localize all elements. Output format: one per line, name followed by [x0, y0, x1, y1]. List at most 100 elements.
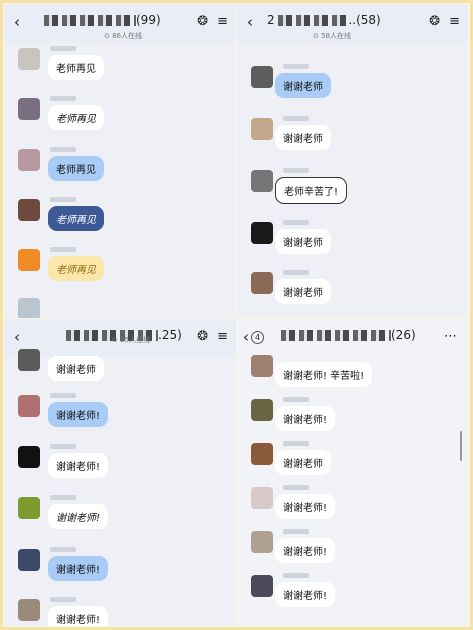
message-bubble[interactable]: 谢谢老师! — [48, 556, 109, 581]
message-row: 老师再见 — [4, 147, 236, 187]
avatar[interactable] — [18, 599, 40, 621]
sender-name — [283, 168, 309, 173]
message-bubble[interactable]: 谢谢老师 — [275, 279, 331, 304]
message-row: 谢谢老师! — [237, 397, 468, 437]
bell-icon[interactable]: ❂ — [197, 329, 208, 344]
avatar[interactable] — [18, 549, 40, 571]
sender-name — [50, 444, 76, 449]
message-bubble[interactable]: 老师再见 — [48, 256, 104, 281]
message-bubble[interactable]: 谢谢老师 — [275, 73, 331, 98]
message-bubble[interactable]: 谢谢老师! — [48, 504, 109, 529]
back-icon[interactable]: ‹ 4 — [243, 328, 264, 346]
message-row: 谢谢老师 — [237, 441, 468, 481]
back-icon[interactable]: ‹ — [14, 328, 20, 346]
bell-icon[interactable]: ❂ — [197, 14, 208, 29]
back-icon[interactable]: ‹ — [247, 13, 253, 31]
avatar[interactable] — [251, 222, 273, 244]
avatar[interactable] — [18, 395, 40, 417]
message-row: 谢谢老师! — [4, 444, 236, 484]
avatar[interactable] — [18, 48, 40, 70]
message-bubble[interactable]: 谢谢老师! — [48, 402, 109, 427]
message-bubble[interactable]: 谢谢老师 — [275, 229, 331, 254]
avatar[interactable] — [251, 66, 273, 88]
message-row: 谢谢老师! — [237, 529, 468, 569]
sender-name — [283, 64, 309, 69]
message-bubble[interactable]: 谢谢老师! — [275, 538, 336, 563]
more-icon[interactable]: ⋯ — [444, 329, 458, 344]
sender-name — [283, 116, 309, 121]
menu-icon[interactable]: ≡ — [449, 14, 460, 29]
avatar[interactable] — [18, 298, 40, 318]
online-count: ⊙ 25人在线 — [112, 336, 150, 344]
avatar[interactable] — [18, 149, 40, 171]
menu-icon[interactable]: ≡ — [217, 14, 228, 29]
message-bubble[interactable]: 谢谢老师 — [275, 125, 331, 150]
back-icon[interactable]: ‹ — [14, 13, 20, 31]
message-bubble[interactable]: 老师再见 — [48, 206, 104, 231]
scrollbar[interactable] — [460, 431, 462, 461]
avatar[interactable] — [251, 272, 273, 294]
sender-name — [283, 441, 309, 446]
message-bubble[interactable]: 老师再见 — [48, 55, 104, 80]
message-row: 谢谢老师 — [4, 347, 236, 387]
message-bubble[interactable]: 老师再见 — [48, 105, 104, 130]
online-count: ⊙ 58人在线 — [313, 32, 351, 40]
title-mosaic — [44, 15, 136, 26]
message-bubble[interactable]: 老师辛苦了! — [275, 177, 348, 204]
title-mosaic — [281, 330, 391, 341]
avatar[interactable] — [18, 497, 40, 519]
member-count: .25) — [158, 328, 182, 342]
member-count: (99) — [136, 13, 161, 27]
avatar[interactable] — [251, 170, 273, 192]
message-bubble[interactable]: 谢谢老师! — [275, 406, 336, 431]
message-bubble[interactable]: 谢谢老师 — [48, 356, 104, 381]
avatar[interactable] — [251, 575, 273, 597]
avatar[interactable] — [18, 249, 40, 271]
message-bubble[interactable]: 谢谢老师! — [275, 494, 336, 519]
avatar[interactable] — [251, 118, 273, 140]
avatar[interactable] — [251, 399, 273, 421]
menu-icon[interactable]: ≡ — [217, 329, 228, 344]
chat-panel-3: ‹ .25) ⊙ 25人在线 ❂ ≡ 谢谢老师 谢谢老师! 谢谢老师! 谢谢老师… — [4, 319, 236, 626]
message-bubble[interactable]: 谢谢老师! — [48, 606, 109, 626]
message-bubble[interactable]: 谢谢老师! — [48, 453, 109, 478]
message-bubble[interactable]: 谢谢老师! 辛苦啦! — [275, 362, 373, 387]
chat-panel-4: ‹ 4 (26) ⋯ 谢谢老师! 辛苦啦! 谢谢老师! 谢谢老师 谢谢老师! 谢谢… — [237, 319, 468, 626]
title-prefix: 2 — [267, 13, 275, 27]
message-row: 谢谢老师 — [237, 64, 468, 104]
message-bubble[interactable]: 谢谢老师 — [275, 450, 331, 475]
chat-header: ‹ (99) ⊙ 86人在线 ❂ ≡ — [4, 4, 236, 42]
chat-header: ‹ 4 (26) ⋯ — [237, 319, 468, 357]
avatar[interactable] — [251, 531, 273, 553]
message-row: 谢谢老师 — [237, 116, 468, 156]
sender-name — [283, 485, 309, 490]
online-count: ⊙ 86人在线 — [104, 32, 142, 40]
chat-panel-2: ‹ 2 ..(58) ⊙ 58人在线 ❂ ≡ 谢谢老师 谢谢老师 老师辛苦了! … — [237, 4, 468, 318]
sender-name — [50, 147, 76, 152]
sender-name — [50, 96, 76, 101]
message-row: 谢谢老师! — [4, 393, 236, 433]
sender-name — [50, 197, 76, 202]
avatar[interactable] — [18, 349, 40, 371]
chat-title: 2 ..(58) — [267, 13, 407, 27]
avatar[interactable] — [18, 199, 40, 221]
sender-name — [50, 495, 76, 500]
message-row: 老师辛苦了! — [237, 168, 468, 208]
sender-name — [50, 247, 76, 252]
bell-icon[interactable]: ❂ — [429, 14, 440, 29]
avatar[interactable] — [251, 355, 273, 377]
sender-name — [50, 597, 76, 602]
message-bubble[interactable]: 老师再见 — [48, 156, 104, 181]
message-bubble[interactable]: 谢谢老师! — [275, 582, 336, 607]
member-count: (26) — [391, 328, 416, 342]
title-mosaic — [278, 15, 349, 26]
avatar[interactable] — [18, 98, 40, 120]
message-row: 谢谢老师! — [4, 495, 236, 535]
avatar[interactable] — [251, 443, 273, 465]
sender-name — [283, 220, 309, 225]
message-row: 谢谢老师! — [237, 485, 468, 525]
sender-name — [283, 573, 309, 578]
avatar[interactable] — [18, 446, 40, 468]
avatar[interactable] — [251, 487, 273, 509]
message-row: 谢谢老师! — [237, 573, 468, 613]
